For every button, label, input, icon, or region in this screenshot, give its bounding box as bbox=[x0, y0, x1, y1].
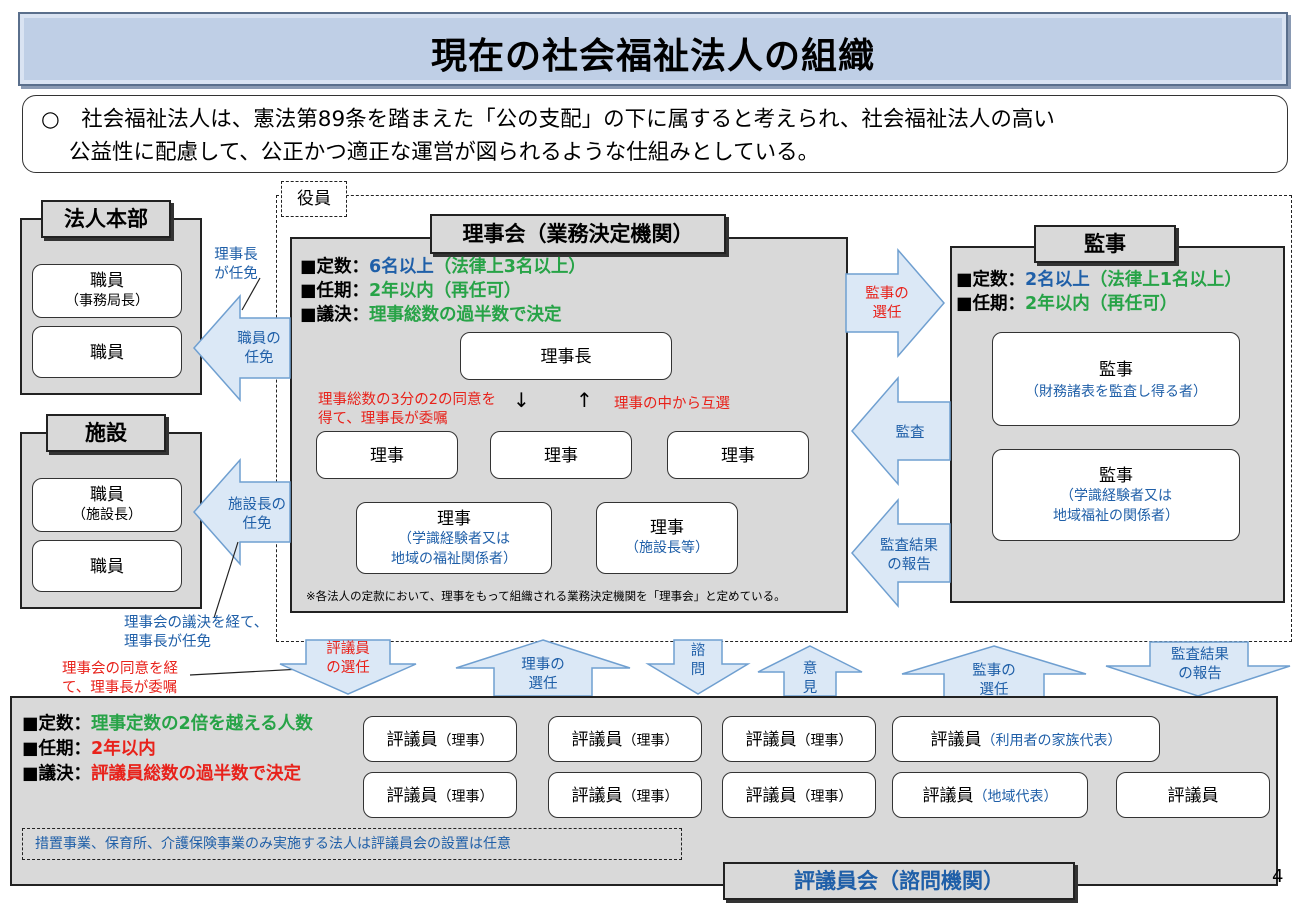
council-term-key: ■任期： bbox=[22, 739, 92, 759]
opinion-1: 意 bbox=[802, 661, 818, 677]
councilor-sub: （理事） bbox=[622, 789, 679, 805]
consult-1: 諮 bbox=[690, 643, 706, 659]
councilor-sub: （理事） bbox=[437, 789, 494, 805]
councilor-select-label: 評議員 の選任 bbox=[312, 640, 384, 678]
council-vote-key: ■議決： bbox=[22, 764, 92, 784]
audit-report2-2: の報告 bbox=[1178, 666, 1222, 682]
councilor-box: 評議員（理事） bbox=[548, 716, 702, 762]
councilor-label: 評議員 bbox=[745, 786, 797, 806]
councilor-label: 評議員 bbox=[745, 730, 797, 750]
director-select-1: 理事の bbox=[521, 657, 565, 673]
audit-report2-1: 監査結果 bbox=[1171, 647, 1229, 663]
councilor-box-family: 評議員（利用者の家族代表） bbox=[892, 716, 1160, 762]
consult-label: 諮 問 bbox=[680, 642, 716, 680]
councilor-box: 評議員（理事） bbox=[548, 772, 702, 818]
council-quota-key: ■定数： bbox=[22, 714, 92, 734]
councilor-box: 評議員（理事） bbox=[363, 772, 517, 818]
audit-report2-label: 監査結果 の報告 bbox=[1158, 646, 1242, 684]
council-term-val: 2年以内 bbox=[91, 739, 156, 759]
page-number: 4 bbox=[1272, 866, 1284, 887]
councilor-select-2: の選任 bbox=[326, 660, 370, 676]
councilor-box: 評議員（理事） bbox=[722, 716, 876, 762]
director-select-2: 選任 bbox=[528, 676, 558, 692]
council-quota-val: 理事定数の2倍を越える人数 bbox=[91, 714, 313, 734]
councilor-label: 評議員 bbox=[930, 730, 982, 750]
councilor-box-plain: 評議員 bbox=[1116, 772, 1270, 818]
opinion-label: 意 見 bbox=[792, 660, 828, 698]
councilor-label: 評議員 bbox=[386, 786, 438, 806]
councilor-sub: （理事） bbox=[622, 733, 679, 749]
auditor-select2-label: 監事の 選任 bbox=[956, 662, 1032, 700]
consult-2: 問 bbox=[690, 662, 706, 678]
councilor-sub-family: （利用者の家族代表） bbox=[981, 733, 1122, 749]
councilor-sub: （理事） bbox=[796, 789, 853, 805]
council-optional-note: 措置事業、保育所、介護保険事業のみ実施する法人は評議員会の設置は任意 bbox=[22, 828, 682, 860]
councilor-sub-local: （地域代表） bbox=[973, 789, 1058, 805]
councilor-label: 評議員 bbox=[922, 786, 974, 806]
councilor-label: 評議員 bbox=[571, 730, 623, 750]
aud-select2-1: 監事の bbox=[972, 663, 1016, 679]
councilor-box: 評議員（理事） bbox=[363, 716, 517, 762]
councilor-box-local: 評議員（地域代表） bbox=[892, 772, 1088, 818]
councilor-box: 評議員（理事） bbox=[722, 772, 876, 818]
council-title: 評議員会（諮問機関） bbox=[723, 862, 1075, 900]
council-vote-val: 評議員総数の過半数で決定 bbox=[91, 764, 302, 784]
councilor-sub: （理事） bbox=[437, 733, 494, 749]
councilor-label: 評議員 bbox=[571, 786, 623, 806]
director-select-label: 理事の 選任 bbox=[506, 656, 580, 694]
councilor-label: 評議員 bbox=[386, 730, 438, 750]
councilor-sub: （理事） bbox=[796, 733, 853, 749]
councilor-select-1: 評議員 bbox=[326, 641, 370, 657]
council-specs: ■定数：理事定数の2倍を越える人数 ■任期：2年以内 ■議決：評議員総数の過半数… bbox=[22, 712, 362, 787]
